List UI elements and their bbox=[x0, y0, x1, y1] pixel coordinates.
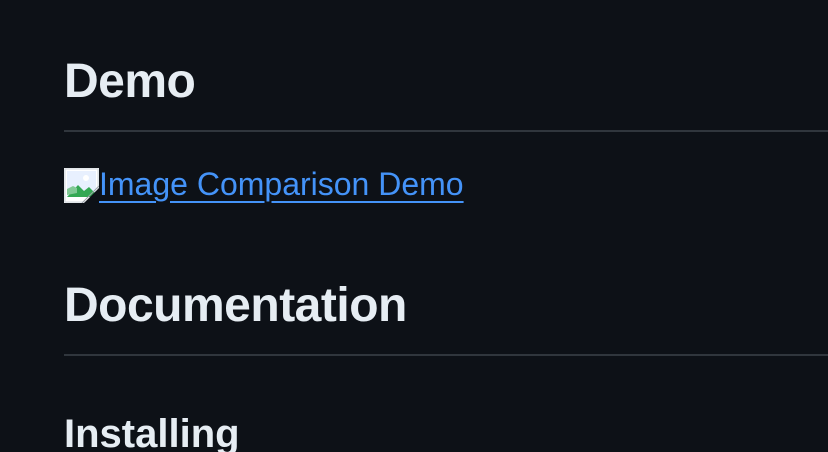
image-comparison-demo-link[interactable]: Image Comparison Demo bbox=[64, 168, 464, 203]
section-divider bbox=[64, 354, 828, 356]
markdown-body: Demo Image Comparison Demo Documentation… bbox=[64, 0, 828, 452]
installing-heading: Installing bbox=[64, 412, 240, 452]
documentation-heading: Documentation bbox=[64, 279, 407, 332]
broken-image-icon bbox=[64, 168, 99, 203]
section-divider bbox=[64, 130, 828, 132]
demo-heading: Demo bbox=[64, 55, 196, 108]
image-comparison-demo-link-text[interactable]: Image Comparison Demo bbox=[99, 168, 464, 203]
